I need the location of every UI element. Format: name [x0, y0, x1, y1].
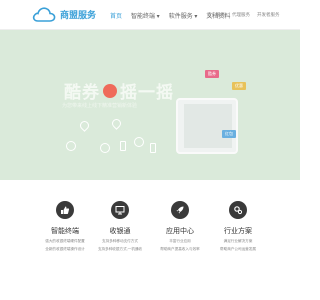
location-pin-icon [78, 119, 91, 132]
phone-illustration [176, 98, 238, 154]
features-section: 智能终端 强大的收银终端硬件配置 全新的收银终端操作设计 收银通 支持多种移动支… [0, 183, 300, 300]
scene-icons [64, 117, 164, 157]
coupon-tag: 红包 [222, 130, 236, 138]
hero-banner[interactable]: 酷券 摇一摇 为您带来线上线下精准营销新体验 酷券 优惠 红包 [0, 30, 300, 180]
headline-left: 酷券 [64, 83, 100, 102]
feature-title: 行业方案 [224, 228, 252, 235]
top-link-developer[interactable]: 开发者服务 [257, 12, 280, 18]
nav-item-home[interactable]: 首页 [110, 11, 122, 20]
top-link-merchant[interactable]: 商户服务 [207, 12, 225, 18]
feature-desc-line: 帮助商户公司运营发展 [220, 247, 256, 251]
banner-subline: 为您带来线上线下精准营销新体验 [62, 103, 138, 109]
top-links: 商户服务 代理服务 开发者服务 [207, 12, 287, 18]
circle-icon [66, 141, 76, 151]
banner-headline: 酷券 摇一摇 [64, 78, 174, 103]
coupon-tag: 优惠 [232, 82, 246, 90]
feature-desc-line: 满足行业解决方案 [223, 239, 253, 243]
coupon-tag: 酷券 [205, 70, 219, 78]
logo[interactable]: 商盟服务 [32, 6, 96, 23]
site-header: 商盟服务 首页 智能终端 ▾ 软件服务 ▾ 文档资料 商户服务 代理服务 开发者… [0, 0, 300, 30]
feature-industry-solutions[interactable]: 行业方案 满足行业解决方案 帮助商户公司运营发展 [203, 201, 273, 252]
circle-icon [100, 143, 110, 153]
circle-icon [134, 137, 144, 147]
headline-right: 摇一摇 [120, 83, 174, 102]
nav-item-software[interactable]: 软件服务 ▾ [169, 11, 198, 20]
rocket-icon [171, 201, 189, 219]
mobile-phone-icon [150, 143, 156, 153]
location-pin-icon [110, 117, 123, 130]
gears-icon [229, 201, 247, 219]
phone-screen [184, 104, 232, 148]
mobile-phone-icon [120, 141, 126, 151]
banner-overlay [0, 30, 300, 180]
nav-item-terminal[interactable]: 智能终端 ▾ [131, 11, 160, 20]
thumbs-up-icon [56, 201, 74, 219]
seal-icon [103, 83, 117, 98]
cloud-logo-icon [32, 7, 56, 22]
top-link-agent[interactable]: 代理服务 [232, 12, 250, 18]
monitor-icon [111, 201, 129, 219]
logo-text: 商盟服务 [60, 10, 97, 20]
